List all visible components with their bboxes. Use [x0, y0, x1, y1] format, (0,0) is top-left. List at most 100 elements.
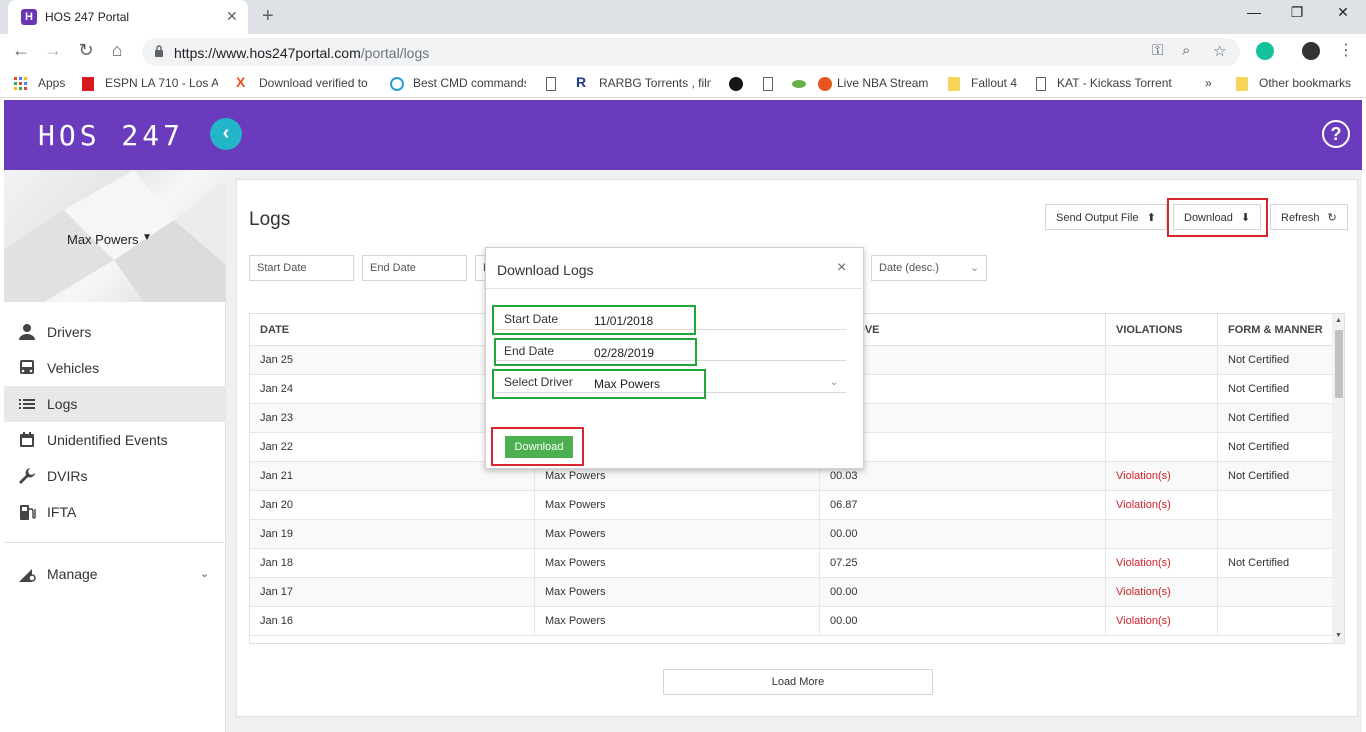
bookmark-fallout[interactable]: Fallout 4: [971, 76, 1017, 90]
driver-icon: [19, 324, 35, 340]
table-row[interactable]: Jan 20 Max Powers 06.87 Violation(s): [250, 491, 1332, 520]
lock-icon: [155, 45, 163, 57]
sidebar-item-unidentified-events[interactable]: Unidentified Events: [4, 422, 226, 458]
back-icon[interactable]: ←: [9, 40, 33, 61]
close-window-icon[interactable]: ✕: [1333, 4, 1353, 21]
table-row[interactable]: Jan 18 Max Powers 07.25 Violation(s) Not Cer…: [250, 549, 1332, 578]
chevron-down-icon[interactable]: ⌄: [830, 377, 838, 388]
cell-violations[interactable]: [1106, 346, 1218, 375]
chevron-down-icon[interactable]: ▼: [142, 232, 152, 243]
sidebar-item-ifta[interactable]: IFTA: [4, 494, 226, 530]
scroll-thumb[interactable]: [1335, 330, 1343, 398]
end-date-highlight-box: [494, 338, 697, 366]
end-date-filter[interactable]: End Date: [362, 255, 467, 281]
address-bar[interactable]: https://www.hos247portal.com/portal/logs…: [142, 38, 1240, 66]
spotify-icon[interactable]: [729, 77, 743, 91]
chevron-down-icon: ⌄: [970, 262, 980, 274]
zoom-icon[interactable]: ⌕: [1182, 42, 1190, 59]
sidebar-item-dvirs[interactable]: DVIRs: [4, 458, 226, 494]
table-row[interactable]: Jan 17 Max Powers 00.00 Violation(s): [250, 578, 1332, 607]
cell-violations[interactable]: [1106, 375, 1218, 404]
menu-dots-icon[interactable]: ⋮: [1334, 40, 1358, 60]
column-violations[interactable]: VIOLATIONS: [1106, 314, 1218, 346]
send-output-label: Send Output File: [1056, 212, 1139, 224]
fuel-icon: [20, 505, 36, 520]
cell-violations[interactable]: Violation(s): [1106, 578, 1218, 607]
bookmark-kat[interactable]: KAT - Kickass Torrent: [1057, 76, 1172, 90]
grammarly-icon[interactable]: [1256, 42, 1274, 60]
hos-favicon-icon: H: [21, 9, 37, 25]
manage-icon: [19, 569, 36, 582]
forward-icon[interactable]: →: [41, 40, 65, 61]
bookmarks-bar: Apps ESPN LA 710 - Los Ar X Download ver…: [0, 70, 1366, 98]
user-name[interactable]: Max Powers: [67, 232, 139, 247]
download-button[interactable]: Download ⬇: [1173, 204, 1262, 230]
sort-select[interactable]: Date (desc.) ⌄: [871, 255, 987, 281]
column-form-manner[interactable]: FORM & MANNER: [1218, 314, 1332, 346]
folder-icon: [948, 77, 960, 91]
cell-drove: 06.87: [820, 491, 1106, 520]
bookmark-other[interactable]: Other bookmarks: [1259, 76, 1351, 90]
basketball-icon: [818, 77, 832, 91]
cell-violations[interactable]: Violation(s): [1106, 462, 1218, 491]
page-icon[interactable]: [546, 77, 556, 91]
modal-download-button[interactable]: Download: [505, 436, 573, 458]
cell-violations[interactable]: Violation(s): [1106, 549, 1218, 578]
profile-panel: Max Powers ▼: [4, 170, 226, 302]
bookmark-download-verified[interactable]: Download verified to: [259, 76, 371, 90]
help-icon[interactable]: ?: [1322, 120, 1350, 148]
collapse-sidebar-button[interactable]: ‹: [210, 118, 242, 150]
sidebar-item-logs[interactable]: Logs: [4, 386, 226, 422]
url-text: https://www.hos247portal.com/portal/logs: [174, 45, 429, 61]
page-title: Logs: [249, 209, 291, 230]
cell-violations[interactable]: Violation(s): [1106, 491, 1218, 520]
bookmark-apps[interactable]: Apps: [38, 76, 65, 90]
maximize-icon[interactable]: ❐: [1287, 4, 1307, 21]
start-date-filter[interactable]: Start Date: [249, 255, 354, 281]
cell-drove: 00.00: [820, 520, 1106, 549]
cell-form-manner: [1218, 491, 1332, 520]
cell-form-manner: [1218, 578, 1332, 607]
bookmark-cmd[interactable]: Best CMD commands: [413, 76, 526, 90]
cell-violations[interactable]: Violation(s): [1106, 607, 1218, 636]
sidebar-item-drivers[interactable]: Drivers: [4, 314, 226, 350]
table-row[interactable]: Jan 19 Max Powers 00.00: [250, 520, 1332, 549]
cell-date: Jan 19: [250, 520, 535, 549]
sidebar-item-manage[interactable]: Manage ⌄: [4, 556, 226, 592]
cell-date: Jan 18: [250, 549, 535, 578]
table-row[interactable]: Jan 16 Max Powers 00.00 Violation(s): [250, 607, 1332, 636]
app-header: HOS 247 ‹ ?: [4, 100, 1362, 170]
key-icon[interactable]: ⚿: [1152, 42, 1163, 59]
hos247-logo: HOS 247: [38, 119, 185, 152]
minimize-icon[interactable]: —: [1244, 4, 1264, 20]
more-bookmarks-icon[interactable]: »: [1205, 76, 1212, 90]
home-icon[interactable]: ⌂: [105, 40, 129, 61]
modal-divider: [486, 288, 865, 289]
cell-violations[interactable]: [1106, 404, 1218, 433]
reload-icon[interactable]: ↻: [74, 40, 98, 61]
star-icon[interactable]: ☆: [1213, 42, 1226, 60]
table-scrollbar[interactable]: ▲ ▼: [1332, 314, 1344, 643]
bookmark-rarbg[interactable]: RARBG Torrents , film: [599, 76, 711, 90]
cell-violations[interactable]: [1106, 433, 1218, 462]
scroll-up-icon[interactable]: ▲: [1335, 317, 1342, 324]
new-tab-icon[interactable]: +: [262, 5, 274, 28]
bookmark-nba[interactable]: Live NBA Stream: [837, 76, 930, 90]
scroll-down-icon[interactable]: ▼: [1335, 632, 1342, 639]
close-icon[interactable]: ×: [837, 259, 846, 277]
close-tab-icon[interactable]: ✕: [226, 8, 238, 25]
chevron-down-icon[interactable]: ⌄: [200, 567, 209, 580]
sidebar-item-vehicles[interactable]: Vehicles: [4, 350, 226, 386]
download-logs-modal: Download Logs × Start Date 11/01/2018 En…: [485, 247, 865, 469]
page-icon[interactable]: [763, 77, 773, 91]
cell-violations[interactable]: [1106, 520, 1218, 549]
cell-date: Jan 20: [250, 491, 535, 520]
send-output-file-button[interactable]: Send Output File ⬆: [1045, 204, 1167, 230]
load-more-button[interactable]: Load More: [663, 669, 933, 695]
cell-form-manner: [1218, 607, 1332, 636]
refresh-icon: ↻: [1327, 212, 1337, 224]
profile-icon[interactable]: [1302, 42, 1320, 60]
bookmark-espn[interactable]: ESPN LA 710 - Los Ar: [105, 76, 218, 90]
browser-tab[interactable]: H HOS 247 Portal ✕: [8, 0, 248, 34]
refresh-button[interactable]: Refresh ↻: [1270, 204, 1348, 230]
